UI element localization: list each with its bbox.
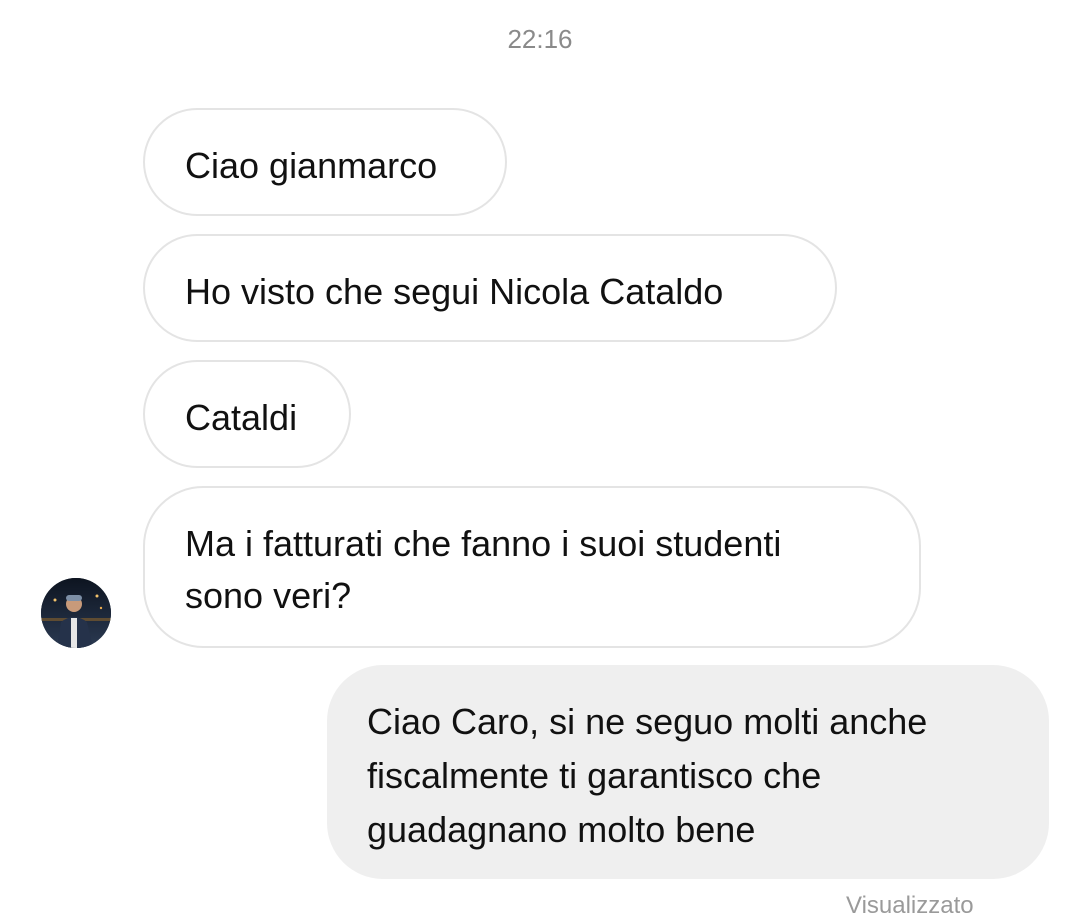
message-text-line: sono veri? — [185, 575, 352, 616]
avatar-photo — [41, 578, 111, 648]
incoming-message-bubble[interactable]: Ma i fatturati che fanno i suoi studenti… — [143, 486, 921, 648]
message-timestamp: 22:16 — [507, 24, 573, 54]
message-text-line: Ciao Caro, si ne seguo molti anche — [367, 701, 928, 742]
message-text-line: guadagnano molto bene — [367, 809, 756, 850]
outgoing-message-bubble[interactable]: Ciao Caro, si ne seguo molti anche fisca… — [327, 665, 1049, 879]
incoming-message-bubble[interactable]: Cataldi — [143, 360, 351, 468]
message-text-line: fiscalmente ti garantisco che — [367, 755, 822, 796]
sender-avatar-icon[interactable] — [41, 578, 111, 648]
message-text: Ciao gianmarco — [185, 145, 438, 186]
message-text-line: Ma i fatturati che fanno i suoi studenti — [185, 523, 782, 564]
seen-status: Visualizzato — [846, 892, 974, 919]
incoming-message-bubble[interactable]: Ciao gianmarco — [143, 108, 507, 216]
incoming-message-bubble[interactable]: Ho visto che segui Nicola Cataldo — [143, 234, 837, 342]
message-text: Cataldi — [185, 397, 298, 438]
message-text: Ho visto che segui Nicola Cataldo — [185, 271, 724, 312]
